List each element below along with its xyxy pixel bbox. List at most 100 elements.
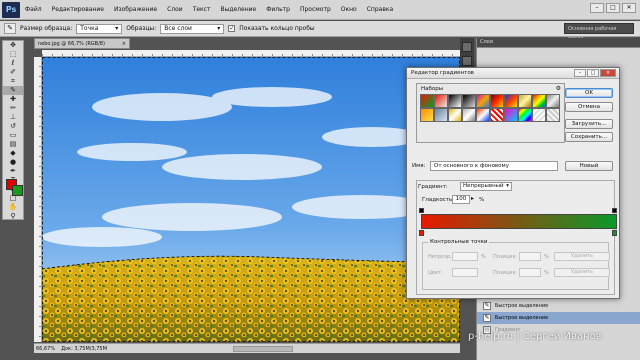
menu-window[interactable]: Окно [336, 6, 362, 13]
zoom-tool-icon[interactable]: ⚲ [3, 212, 23, 221]
opacity-location-input [519, 252, 541, 261]
brush-icon: ✎ [483, 302, 491, 310]
dodge-tool-icon[interactable]: ● [3, 158, 23, 167]
close-tab-icon[interactable]: × [122, 39, 126, 48]
color-location-label: Позиция: [493, 270, 518, 276]
menu-file[interactable]: Файл [20, 6, 47, 13]
preset-swatch[interactable] [434, 108, 448, 122]
document-tab[interactable]: nebo.jpg @ 66,7% (RGB/8) × [34, 38, 130, 49]
brush-tool-icon[interactable]: ✏ [3, 104, 23, 113]
document-size: Док: 3,75M/3,75M [61, 345, 107, 352]
opacity-stop-left[interactable] [419, 208, 424, 213]
preset-swatch[interactable] [532, 94, 546, 108]
gear-icon[interactable]: ⚙ [556, 85, 561, 92]
horizontal-scrollbar[interactable] [232, 345, 293, 352]
menu-select[interactable]: Выделение [215, 6, 261, 13]
panel-tab-layers[interactable]: Слои [477, 38, 640, 48]
sample-layers-select[interactable]: Все слои ▾ [160, 23, 225, 34]
eyedropper-preset-icon[interactable]: ✎ [4, 23, 16, 34]
menu-text[interactable]: Текст [188, 6, 216, 13]
preset-swatch[interactable] [490, 108, 504, 122]
lasso-tool-icon[interactable]: ℓ [3, 59, 23, 68]
gradient-name-input[interactable]: От основного к фоновому [430, 161, 558, 171]
save-button[interactable]: Сохранить... [565, 132, 613, 142]
smoothness-input[interactable]: 100 [452, 195, 470, 204]
show-ring-checkbox[interactable]: ✓ [228, 25, 236, 32]
load-button[interactable]: Загрузить... [565, 119, 613, 129]
crop-tool-icon[interactable]: ⌗ [3, 77, 23, 86]
delete-color-stop-button[interactable]: Удалить [554, 268, 610, 277]
stamp-tool-icon[interactable]: ⊥ [3, 113, 23, 122]
ok-button[interactable]: OK [565, 88, 613, 98]
history-item[interactable]: ✎ Быстрое выделение [477, 300, 640, 312]
gradient-type-select[interactable]: Непрерывный ▾ [460, 182, 512, 191]
gradient-tool-icon[interactable]: ▤ [3, 140, 23, 149]
close-icon[interactable]: ✕ [622, 3, 636, 13]
preset-swatch[interactable] [532, 108, 546, 122]
history-item-selected[interactable]: ✎ Быстрое выделение [477, 312, 640, 324]
preset-swatch[interactable] [518, 108, 532, 122]
preset-swatch[interactable] [546, 108, 560, 122]
minimize-icon[interactable]: – [590, 3, 604, 13]
preset-swatch[interactable] [546, 94, 560, 108]
color-stop-right[interactable] [612, 230, 617, 236]
chevron-down-icon: ▾ [217, 25, 221, 32]
minimize-icon[interactable]: – [574, 69, 586, 77]
maximize-icon[interactable]: □ [587, 69, 599, 77]
zoom-level[interactable]: 66,67% [36, 346, 55, 352]
blur-tool-icon[interactable]: ◆ [3, 149, 23, 158]
smoothness-stepper-icon[interactable]: ▸ [471, 195, 474, 202]
opacity-label: Непрозр.: [428, 254, 454, 260]
menu-edit[interactable]: Редактирование [47, 6, 109, 13]
horizontal-ruler [42, 50, 460, 57]
healing-tool-icon[interactable]: ✚ [3, 95, 23, 104]
preset-swatch[interactable] [448, 108, 462, 122]
pen-tool-icon[interactable]: ✒ [3, 167, 23, 176]
status-bar: 66,67% Док: 3,75M/3,75M [34, 343, 460, 353]
background-color-swatch[interactable] [12, 185, 23, 196]
control-points-label: Контрольные точки [428, 239, 490, 245]
options-bar: ✎ Размер образца: Точка ▾ Образцы: Все с… [0, 21, 640, 42]
preset-swatch[interactable] [476, 94, 490, 108]
gradient-preview-bar[interactable] [421, 214, 617, 229]
hand-tool-icon[interactable]: ✋ [3, 203, 23, 212]
close-icon[interactable]: ✕ [600, 69, 616, 77]
preset-swatch[interactable] [420, 108, 434, 122]
delete-opacity-stop-button[interactable]: Удалить [554, 252, 610, 261]
preset-swatch[interactable] [462, 108, 476, 122]
preset-swatch[interactable] [434, 94, 448, 108]
workspace-select[interactable]: Основная рабочая среда [564, 23, 634, 42]
color-stop-left[interactable] [419, 230, 424, 236]
sample-size-select[interactable]: Точка ▾ [76, 23, 123, 34]
new-button[interactable]: Новый [565, 161, 613, 171]
eyedropper-tool-icon[interactable]: ✎ [3, 86, 23, 95]
actions-panel-icon[interactable] [462, 56, 472, 66]
quick-select-tool-icon[interactable]: ✐ [3, 68, 23, 77]
menu-layers[interactable]: Слои [162, 6, 188, 13]
document-canvas[interactable] [42, 57, 460, 342]
presets-label: Наборы [421, 86, 444, 92]
preset-swatch[interactable] [504, 94, 518, 108]
menu-help[interactable]: Справка [362, 6, 398, 13]
preset-swatch[interactable] [504, 108, 518, 122]
opacity-stop-right[interactable] [612, 208, 617, 213]
history-panel-icon[interactable] [462, 42, 472, 52]
presets-panel: Наборы ⚙ [416, 83, 565, 143]
history-brush-icon[interactable]: ↺ [3, 122, 23, 131]
menu-image[interactable]: Изображение [109, 6, 162, 13]
cancel-button[interactable]: Отмена [565, 102, 613, 112]
eraser-tool-icon[interactable]: ▭ [3, 131, 23, 140]
maximize-icon[interactable]: □ [606, 3, 620, 13]
move-tool-icon[interactable]: ✥ [3, 41, 23, 50]
dialog-controls: – □ ✕ [574, 69, 616, 77]
preset-swatch[interactable] [462, 94, 476, 108]
vertical-ruler [34, 57, 42, 342]
menu-view[interactable]: Просмотр [295, 6, 336, 13]
preset-swatch[interactable] [448, 94, 462, 108]
preset-swatch[interactable] [518, 94, 532, 108]
menu-filter[interactable]: Фильтр [261, 6, 295, 13]
preset-swatch[interactable] [476, 108, 490, 122]
marquee-tool-icon[interactable]: ⬚ [3, 50, 23, 59]
preset-swatch[interactable] [490, 94, 504, 108]
preset-swatch[interactable] [420, 94, 434, 108]
